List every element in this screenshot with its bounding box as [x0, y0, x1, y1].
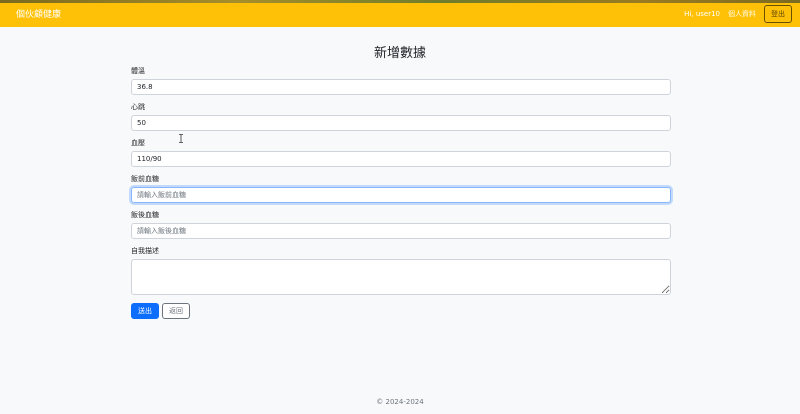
health-data-form: 體溫 心跳 血壓 飯前血糖 飯後血糖 自我描述 送出 返回: [131, 67, 671, 319]
post-meal-glucose-group: 飯後血糖: [131, 211, 671, 239]
pre-meal-glucose-label: 飯前血糖: [131, 175, 159, 183]
blood-pressure-input[interactable]: [131, 151, 671, 167]
form-actions: 送出 返回: [131, 303, 671, 319]
blood-pressure-group: 血壓: [131, 139, 671, 167]
temperature-group: 體溫: [131, 67, 671, 95]
heart-rate-group: 心跳: [131, 103, 671, 131]
user-greeting: Hi, user10: [684, 9, 720, 18]
i-beam-cursor-icon: [179, 134, 183, 143]
page-title: 新增數據: [373, 46, 426, 61]
self-description-label: 自我描述: [131, 247, 159, 255]
self-description-textarea[interactable]: [131, 259, 671, 295]
navbar: 個伙顧健康 Hi, user10 個人資料 登出: [0, 0, 800, 27]
temperature-label: 體溫: [131, 67, 145, 75]
heart-rate-input[interactable]: [131, 115, 671, 131]
post-meal-glucose-input[interactable]: [131, 223, 671, 239]
back-button[interactable]: 返回: [162, 303, 190, 319]
self-description-group: 自我描述: [131, 247, 671, 295]
navbar-top-stripe: [0, 0, 800, 3]
heart-rate-label: 心跳: [131, 103, 145, 111]
logout-button[interactable]: 登出: [764, 4, 792, 23]
pre-meal-glucose-input[interactable]: [131, 187, 671, 203]
submit-button[interactable]: 送出: [131, 303, 159, 319]
footer-copyright: © 2024-2024: [376, 398, 424, 406]
navbar-right: Hi, user10 個人資料 登出: [684, 4, 792, 23]
post-meal-glucose-label: 飯後血糖: [131, 211, 159, 219]
profile-link[interactable]: 個人資料: [728, 9, 756, 19]
brand-link[interactable]: 個伙顧健康: [16, 7, 61, 20]
pre-meal-glucose-group: 飯前血糖: [131, 175, 671, 203]
blood-pressure-label: 血壓: [131, 139, 145, 147]
temperature-input[interactable]: [131, 79, 671, 95]
